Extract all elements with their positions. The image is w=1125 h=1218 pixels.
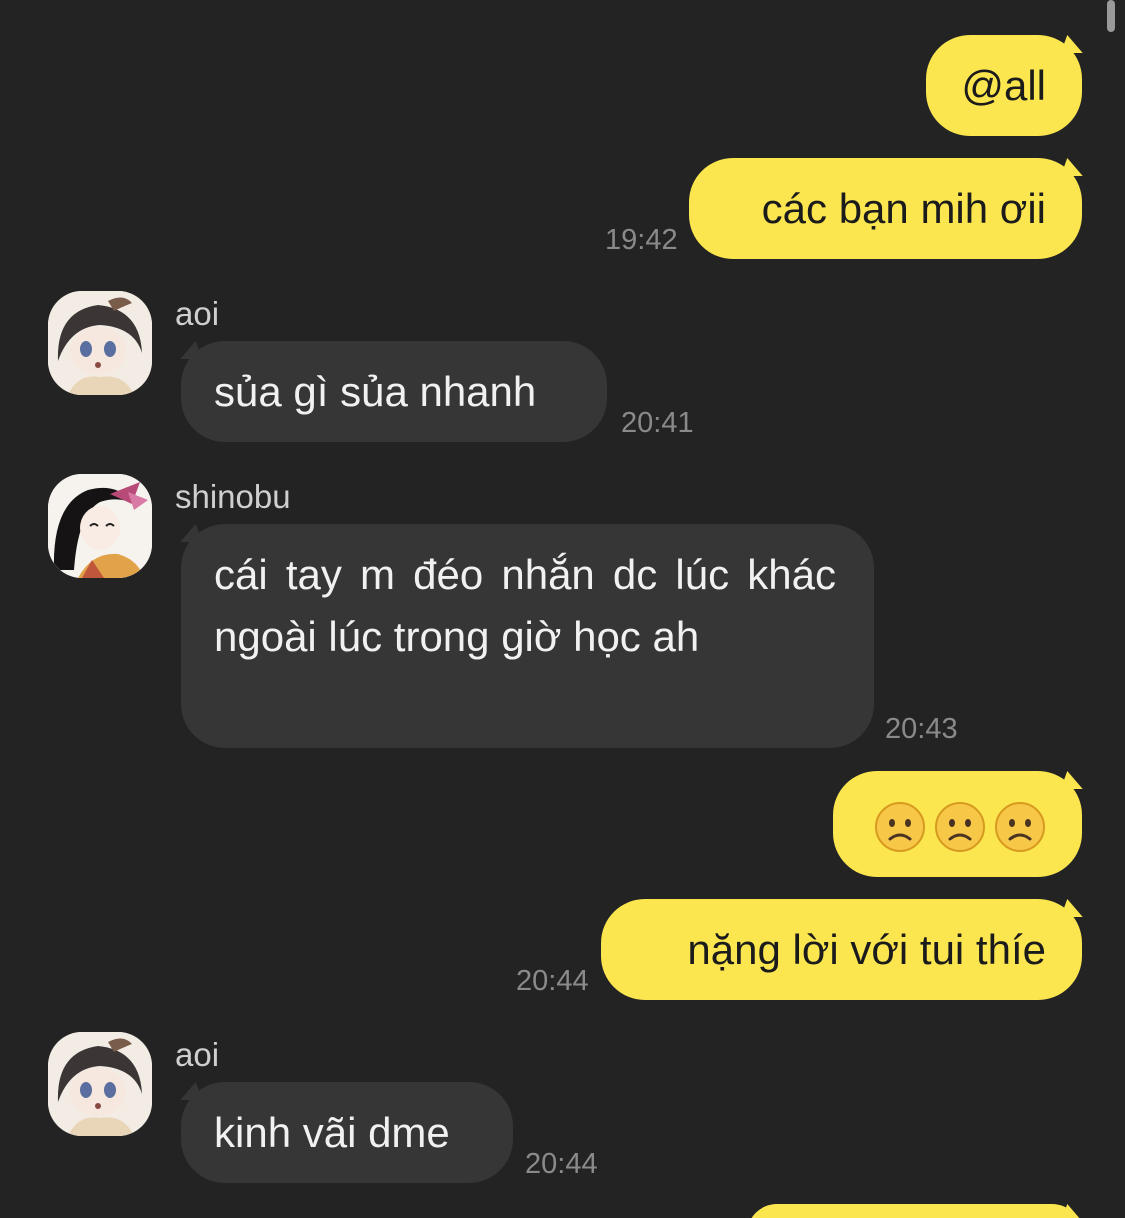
message-text: @all [961,62,1046,109]
avatar-shinobu[interactable] [48,474,152,578]
bubble-tail [1060,158,1090,176]
outgoing-message-bubble[interactable]: nặng lời với tui thíe [601,899,1082,1000]
message-text: kinh vãi dme [214,1109,450,1156]
frowning-face-icon [935,802,985,852]
scrollbar[interactable] [1107,0,1115,32]
avatar-aoi[interactable] [48,1032,152,1136]
bubble-tail [173,1082,203,1100]
sender-name: aoi [175,1036,220,1073]
sender-name: shinobu [175,478,291,515]
incoming-message-bubble[interactable]: cái tay m đéo nhắn dc lúc khác ngoài lúc… [181,524,874,748]
bubble-tail [173,341,203,359]
outgoing-message-bubble[interactable]: các bạn mih ơii [689,158,1082,259]
frowning-face-icon [875,802,925,852]
chat-view[interactable]: @all các bạn mih ơii 19:42 aoi sủa gì sủ… [0,0,1125,1218]
bubble-tail [1060,35,1090,53]
sender-name: aoi [175,295,220,332]
message-timestamp: 19:42 [605,224,678,256]
message-timestamp: 20:43 [885,713,958,745]
bubble-tail [1060,771,1090,789]
message-text: nặng lời với tui thíe [687,926,1046,973]
avatar-shinobu-image [48,474,152,578]
message-timestamp: 20:44 [516,965,589,997]
frowning-face-icon [995,802,1045,852]
message-text: sủa gì sủa nhanh [214,368,537,415]
outgoing-emoji-bubble[interactable] [833,771,1082,877]
avatar-aoi-image [48,291,152,395]
avatar-aoi-image [48,1032,152,1136]
bubble-tail [1060,899,1090,917]
emoji-row [874,801,1046,853]
outgoing-message-bubble[interactable]: @all [926,35,1082,136]
incoming-message-bubble[interactable]: kinh vãi dme [181,1082,513,1183]
message-timestamp: 20:41 [621,407,694,439]
outgoing-message-bubble-partial[interactable] [747,1204,1082,1218]
incoming-message-bubble[interactable]: sủa gì sủa nhanh [181,341,607,442]
message-timestamp: 20:44 [525,1148,598,1180]
message-text: các bạn mih ơii [761,185,1046,232]
message-text: cái tay m đéo nhắn dc lúc khác ngoài lúc… [214,551,836,660]
bubble-tail [173,524,203,542]
avatar-aoi[interactable] [48,291,152,395]
